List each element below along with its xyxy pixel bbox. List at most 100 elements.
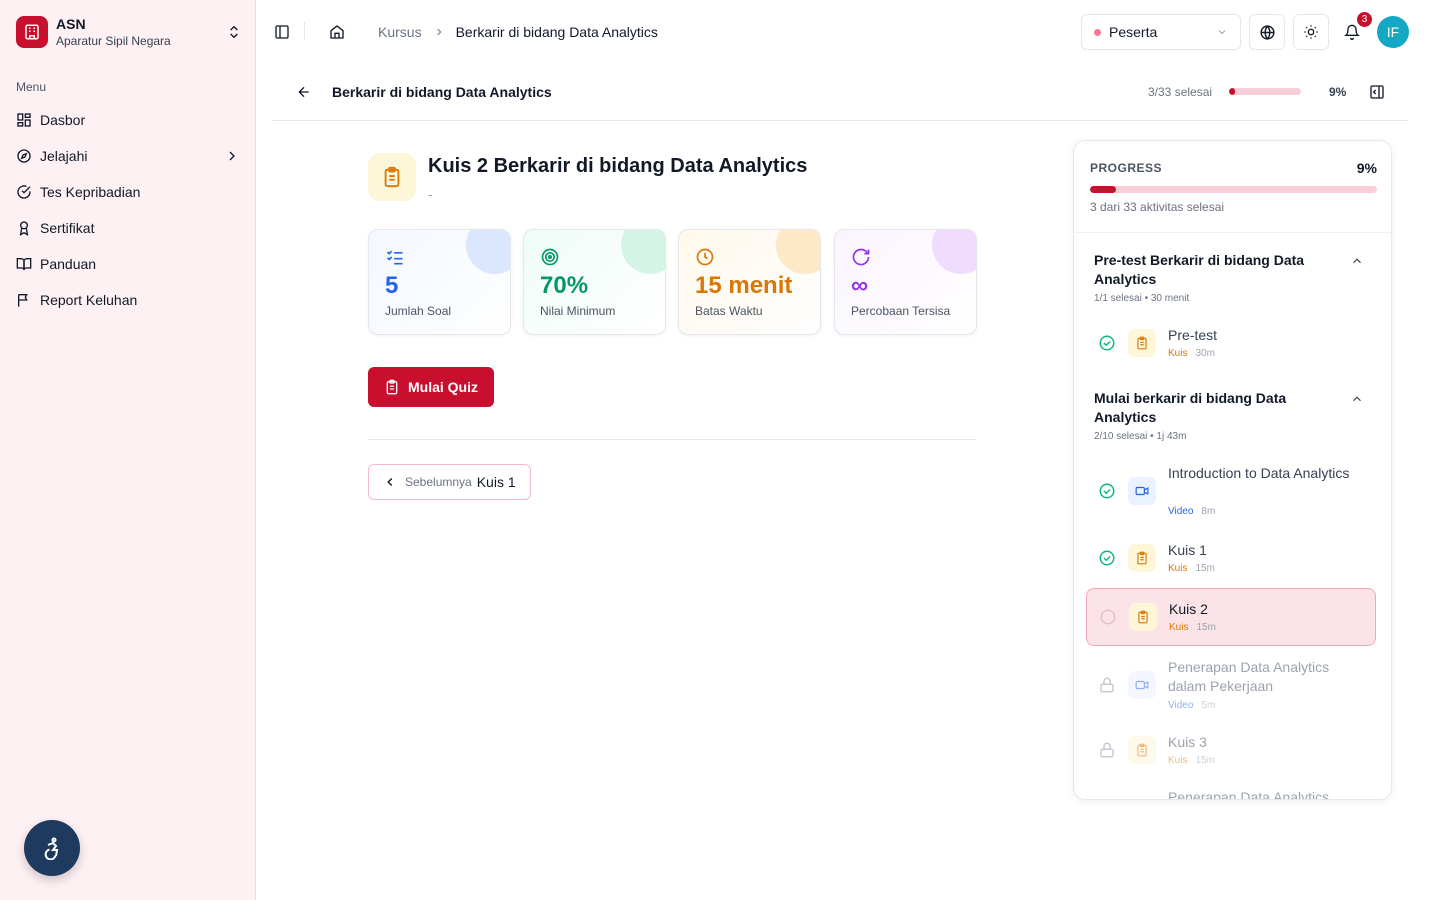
chevron-up-icon[interactable] [1350, 392, 1364, 406]
sidebar-item-label: Sertifikat [40, 220, 95, 236]
language-button[interactable] [1249, 14, 1285, 50]
progress-summary: 3 dari 33 aktivitas selesai [1090, 200, 1225, 214]
activity-item-penerapan[interactable]: Penerapan Data Analytics [1086, 777, 1376, 800]
quiz-type-icon [1128, 329, 1156, 357]
previous-activity-button[interactable]: Sebelumnya Kuis 1 [368, 464, 531, 500]
sidebar-item-label: Tes Kepribadian [40, 184, 141, 200]
activity-name: Penerapan Data Analytics [1168, 789, 1330, 800]
previous-label: Sebelumnya [405, 475, 472, 489]
sidebar-item-tes-kepribadian[interactable]: Tes Kepribadian [8, 174, 248, 210]
flag-icon [18, 294, 28, 307]
course-title: Berkarir di bidang Data Analytics [332, 84, 552, 100]
panel-toggle-icon[interactable] [1369, 84, 1385, 100]
activity-name: Kuis 2 [1169, 601, 1208, 617]
course-progress-fill [1229, 88, 1236, 95]
stat-value: 5 [385, 272, 399, 299]
chevron-up-icon[interactable] [1350, 254, 1364, 268]
chevron-right-icon [436, 28, 441, 36]
quiz-title: Kuis 2 Berkarir di bidang Data Analytics [428, 155, 808, 177]
check-circle-icon [1099, 550, 1115, 566]
activity-name: Kuis 1 [1168, 542, 1207, 558]
accessibility-icon [44, 837, 59, 860]
activity-type: Kuis [1168, 755, 1188, 766]
theme-toggle-button[interactable] [1293, 14, 1329, 50]
activity-item-kuis-2[interactable]: Kuis 2 Kuis 15m [1086, 588, 1376, 646]
activity-duration: 15m [1196, 622, 1216, 633]
app-subtitle: Aparatur Sipil Negara [56, 33, 171, 48]
activity-item-kuis-1[interactable]: Kuis 1 Kuis 15m [1086, 529, 1376, 587]
home-icon[interactable] [329, 24, 345, 40]
role-status-dot [1094, 28, 1101, 36]
activity-duration: 15m [1195, 755, 1215, 766]
activity-item-introduction[interactable]: Introduction to Data Analytics Video 8m [1086, 454, 1376, 520]
activity-duration: 30m [1195, 348, 1215, 359]
quiz-type-icon [1128, 736, 1156, 764]
sidebar-toggle-icon[interactable] [274, 24, 290, 40]
lock-icon [1100, 677, 1114, 693]
sidebar-item-label: Panduan [40, 256, 97, 272]
app-name: ASN [56, 15, 86, 32]
sidebar-item-report-keluhan[interactable]: Report Keluhan [8, 282, 248, 318]
refresh-icon [852, 248, 870, 266]
award-icon [19, 221, 29, 236]
progress-bar [1090, 186, 1377, 193]
quiz-type-icon [1128, 544, 1156, 572]
section-meta: 1/1 selesai • 30 menit [1094, 293, 1190, 304]
sidebar-item-sertifikat[interactable]: Sertifikat [8, 210, 248, 246]
progress-bar-fill [1090, 186, 1116, 193]
stat-card-attempts: ∞ Percobaan Tersisa [834, 229, 977, 335]
activity-name: Kuis 3 [1168, 734, 1207, 750]
user-avatar[interactable]: IF [1377, 16, 1409, 48]
app-switcher[interactable]: ASN Aparatur Sipil Negara [16, 14, 242, 50]
activity-meta: Video 5m [1168, 700, 1215, 711]
list-check-icon [386, 250, 403, 265]
clipboard-icon [368, 153, 416, 201]
previous-activity-name: Kuis 1 [476, 474, 516, 490]
sidebar-item-label: Jelajahi [40, 148, 88, 164]
accessibility-button[interactable] [24, 820, 80, 876]
compass-icon [17, 149, 31, 163]
lock-icon [1100, 742, 1114, 758]
activity-meta: Video 8m [1168, 506, 1215, 517]
start-quiz-label: Mulai Quiz [408, 379, 478, 395]
role-select-value: Peserta [1109, 24, 1158, 40]
activity-item-penerapan-pekerjaan[interactable]: Penerapan Data Analytics dalam Pekerjaan… [1086, 648, 1376, 714]
progress-panel-header: PROGRESS 9% 3 dari 33 aktivitas selesai [1074, 141, 1391, 233]
check-circle-icon [1099, 335, 1115, 351]
stat-value: 15 menit [695, 272, 793, 299]
stat-decoration [776, 230, 820, 274]
course-topbar: Berkarir di bidang Data Analytics 3/33 s… [272, 64, 1408, 121]
grid-icon [17, 113, 31, 127]
menu-label: Menu [16, 80, 47, 94]
breadcrumb-kursus[interactable]: Kursus [378, 24, 422, 40]
activity-name: Introduction to Data Analytics [1168, 465, 1350, 481]
header-separator [304, 22, 305, 40]
activity-duration: 15m [1195, 563, 1215, 574]
chevron-left-icon [387, 477, 393, 487]
stat-value: ∞ [851, 272, 869, 299]
activity-item-pre-test[interactable]: Pre-test Kuis 30m [1086, 314, 1376, 372]
course-progress-bar [1229, 88, 1301, 95]
role-select[interactable]: Peserta [1081, 14, 1241, 50]
circle-icon [1100, 609, 1116, 625]
stat-label: Batas Waktu [695, 304, 763, 318]
progress-label: PROGRESS [1090, 161, 1163, 175]
section-title[interactable]: Pre-test Berkarir di bidang Data Analyti… [1094, 251, 1324, 289]
stat-decoration [466, 230, 510, 274]
stat-card-questions: 5 Jumlah Soal [368, 229, 511, 335]
content-divider [368, 439, 976, 440]
activity-duration: 5m [1201, 700, 1216, 711]
globe-icon [1259, 24, 1275, 40]
section-title[interactable]: Mulai berkarir di bidang Data Analytics [1094, 389, 1324, 427]
activity-item-kuis-3[interactable]: Kuis 3 Kuis 15m [1086, 721, 1376, 779]
sidebar-item-panduan[interactable]: Panduan [8, 246, 248, 282]
arrow-left-icon[interactable] [296, 84, 312, 100]
stat-label: Jumlah Soal [385, 304, 452, 318]
course-progress-percent: 9% [1329, 85, 1347, 99]
breadcrumb-current: Berkarir di bidang Data Analytics [455, 24, 658, 40]
sidebar-item-dasbor[interactable]: Dasbor [8, 102, 248, 138]
video-type-icon [1128, 477, 1156, 505]
start-quiz-button[interactable]: Mulai Quiz [368, 367, 494, 407]
sidebar-item-jelajahi[interactable]: Jelajahi [8, 138, 248, 174]
stat-decoration [932, 230, 976, 274]
